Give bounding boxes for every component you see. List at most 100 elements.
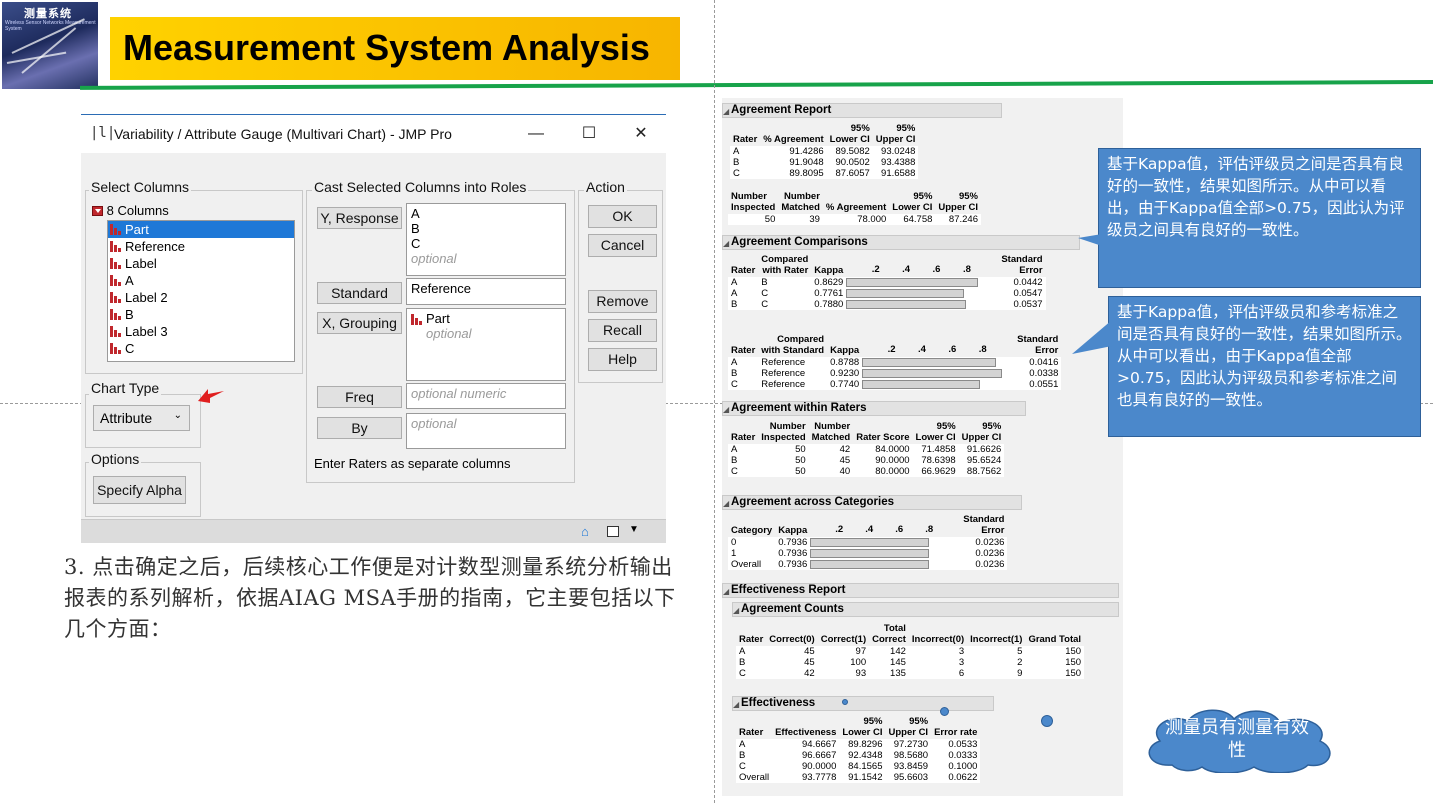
table-cell: 50 — [764, 214, 776, 225]
by-button[interactable]: By — [317, 417, 402, 439]
table-column-header: Rater — [736, 622, 767, 646]
table-cell: A — [731, 277, 738, 288]
table-column-header: Category — [728, 513, 776, 537]
disclosure-triangle-icon[interactable]: ◢ — [723, 497, 729, 510]
agreement-within-header[interactable]: ◢ Agreement within Raters — [722, 401, 1026, 416]
standard-role-item[interactable]: Reference — [411, 281, 561, 296]
chart-type-value: Attribute — [100, 410, 153, 426]
table-column-header: Kappa — [775, 513, 811, 537]
effectiveness-header[interactable]: ◢ Effectiveness — [732, 696, 994, 711]
freq-placeholder: optional numeric — [411, 386, 507, 401]
kappa-bar — [846, 278, 978, 287]
table-row: C 90.0000 84.1565 93.8459 0.1000 — [736, 761, 980, 772]
close-button[interactable]: ✕ — [626, 121, 656, 147]
standard-box[interactable]: Reference — [406, 278, 566, 305]
y-role-item[interactable]: C — [411, 236, 561, 251]
kappa-value: 0.7936 — [778, 537, 808, 548]
column-list-item[interactable]: Label 2 — [108, 289, 294, 306]
agreement-comparisons-header[interactable]: ◢ Agreement Comparisons — [722, 235, 1080, 250]
table-cell: 0.0551 — [1029, 379, 1059, 390]
slide-note: 3. 点击确定之后，后续核心工作便是对计数型测量系统分析输出报表的系列解析，依据… — [64, 555, 676, 641]
table-cell: C — [731, 466, 738, 477]
table-cell: 135 — [890, 668, 906, 679]
table-cell: 142 — [890, 646, 906, 657]
column-list-item[interactable]: Part — [108, 221, 294, 238]
table-row: 1 0.7936 0.0236 — [728, 548, 1007, 559]
collapse-triangle-icon[interactable] — [92, 206, 103, 216]
column-name: Label — [125, 256, 157, 271]
table-cell: 97 — [855, 646, 867, 657]
cloud-dot-large — [1041, 715, 1053, 727]
y-role-item[interactable]: B — [411, 221, 561, 236]
help-button[interactable]: Help — [588, 348, 657, 371]
logo-subtitle: Wireless Sensor Networks Measurement Sys… — [5, 20, 96, 32]
table-row: B 96.6667 92.4348 98.5680 0.0333 — [736, 750, 980, 761]
minimize-button[interactable]: — — [521, 121, 551, 147]
table-cell: 6 — [958, 668, 965, 679]
columns-listbox[interactable]: Part Reference Label A Label 2 B Label 3 C — [107, 220, 295, 362]
freq-box[interactable]: optional numeric — [406, 383, 566, 409]
select-columns-label: Select Columns — [89, 179, 192, 195]
x-role-item[interactable]: Part — [426, 311, 561, 326]
specify-alpha-button[interactable]: Specify Alpha — [93, 476, 186, 504]
jmp-report-panel: ◢ Agreement Report Rater% Agreement 95% Lo… — [722, 98, 1123, 796]
table-cell: 150 — [1065, 657, 1082, 668]
ok-button[interactable]: OK — [588, 205, 657, 228]
table-cell: 91.9048 — [789, 157, 824, 168]
recall-button[interactable]: Recall — [588, 319, 657, 342]
column-list-item[interactable]: Label — [108, 255, 294, 272]
table-cell: 88.7562 — [966, 466, 1002, 477]
maximize-button[interactable]: ☐ — [574, 121, 604, 147]
columns-count[interactable]: 8 Columns — [92, 203, 169, 218]
home-icon[interactable]: ⌂ — [581, 524, 589, 539]
agreement-report-header[interactable]: ◢ Agreement Report — [722, 103, 1002, 118]
disclosure-triangle-icon[interactable]: ◢ — [723, 237, 729, 250]
table-row: 50 39 78.000 64.758 87.246 — [728, 214, 981, 225]
column-list-item[interactable]: Reference — [108, 238, 294, 255]
raters-note: Enter Raters as separate columns — [314, 456, 511, 471]
table-cell: 0.0333 — [948, 750, 978, 761]
table-column-header: Correct(1) — [817, 622, 870, 646]
column-list-item[interactable]: B — [108, 306, 294, 323]
freq-button[interactable]: Freq — [317, 386, 402, 408]
axis-tick-label: .6 — [932, 264, 941, 275]
disclosure-triangle-icon[interactable]: ◢ — [733, 604, 739, 617]
table-column-header: Compared with Rater — [758, 253, 812, 277]
y-role-item[interactable]: A — [411, 206, 561, 221]
x-grouping-box[interactable]: Part optional — [406, 308, 566, 381]
cancel-button[interactable]: Cancel — [588, 234, 657, 257]
agreement-across-header[interactable]: ◢ Agreement across Categories — [722, 495, 1022, 510]
table-row: C 42 93 135 6 9 150 — [736, 668, 1084, 679]
agreement-report-title: Agreement Report — [731, 104, 832, 116]
effectiveness-report-header[interactable]: ◢ Effectiveness Report — [722, 583, 1119, 598]
table-cell: B — [761, 277, 768, 288]
column-list-item[interactable]: Label 3 — [108, 323, 294, 340]
remove-button[interactable]: Remove — [588, 290, 657, 313]
menu-dropdown-icon[interactable]: ▼ — [629, 524, 639, 535]
kappa-bar — [862, 369, 1003, 378]
standard-button[interactable]: Standard — [317, 282, 402, 304]
kappa-axis-header: .2 .4 .6 .8 — [862, 333, 1015, 357]
table-column-header: Standard Error — [998, 253, 1046, 277]
column-list-item[interactable]: C — [108, 340, 294, 357]
y-response-box[interactable]: A B C optional — [406, 203, 566, 276]
x-grouping-button[interactable]: X, Grouping — [317, 312, 402, 334]
column-list-item[interactable]: A — [108, 272, 294, 289]
table-cell: 9 — [1017, 668, 1023, 679]
chart-type-select[interactable]: Attribute ⌄ — [93, 405, 190, 431]
window-icon[interactable] — [607, 526, 619, 537]
disclosure-triangle-icon[interactable]: ◢ — [723, 585, 729, 598]
chevron-down-icon: ⌄ — [173, 410, 182, 421]
nominal-column-icon — [110, 309, 121, 320]
disclosure-triangle-icon[interactable]: ◢ — [723, 105, 729, 118]
table-cell: B — [731, 368, 738, 379]
disclosure-triangle-icon[interactable]: ◢ — [733, 698, 739, 711]
disclosure-triangle-icon[interactable]: ◢ — [723, 403, 729, 416]
effectiveness-table: Rater Effectiveness 95% Lower CI 95% Upper CI… — [736, 715, 981, 783]
table-column-header: % Agreement — [822, 190, 890, 214]
table-column-header: Incorrect(0) — [908, 622, 968, 646]
y-response-button[interactable]: Y, Response — [317, 207, 402, 229]
agreement-counts-header[interactable]: ◢ Agreement Counts — [732, 602, 1119, 617]
by-box[interactable]: optional — [406, 413, 566, 449]
table-cell: 5 — [1017, 646, 1023, 657]
